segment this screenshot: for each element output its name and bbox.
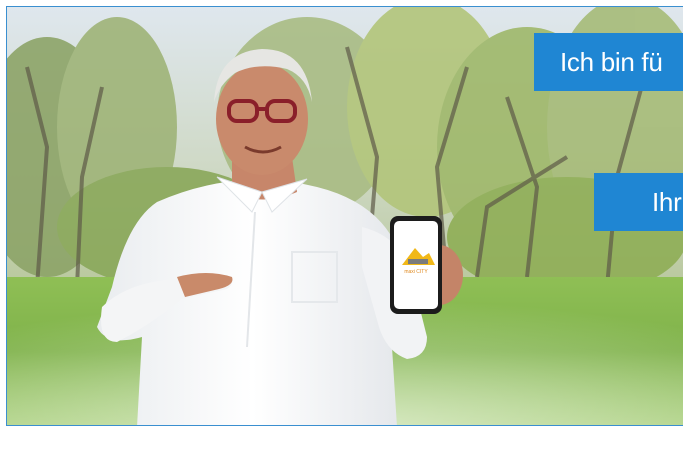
smartphone: maxi CITY	[390, 216, 442, 314]
banner-subline-text: Ihr	[652, 187, 682, 217]
banner-subline: Ihr	[594, 173, 683, 231]
photo-frame: maxi CITY Ich bin fü Ihr	[6, 6, 683, 426]
bottom-margin	[0, 426, 683, 454]
phone-app-logo: maxi CITY	[404, 269, 428, 275]
banner-headline: Ich bin fü	[534, 33, 683, 91]
banner-headline-text: Ich bin fü	[560, 47, 663, 77]
